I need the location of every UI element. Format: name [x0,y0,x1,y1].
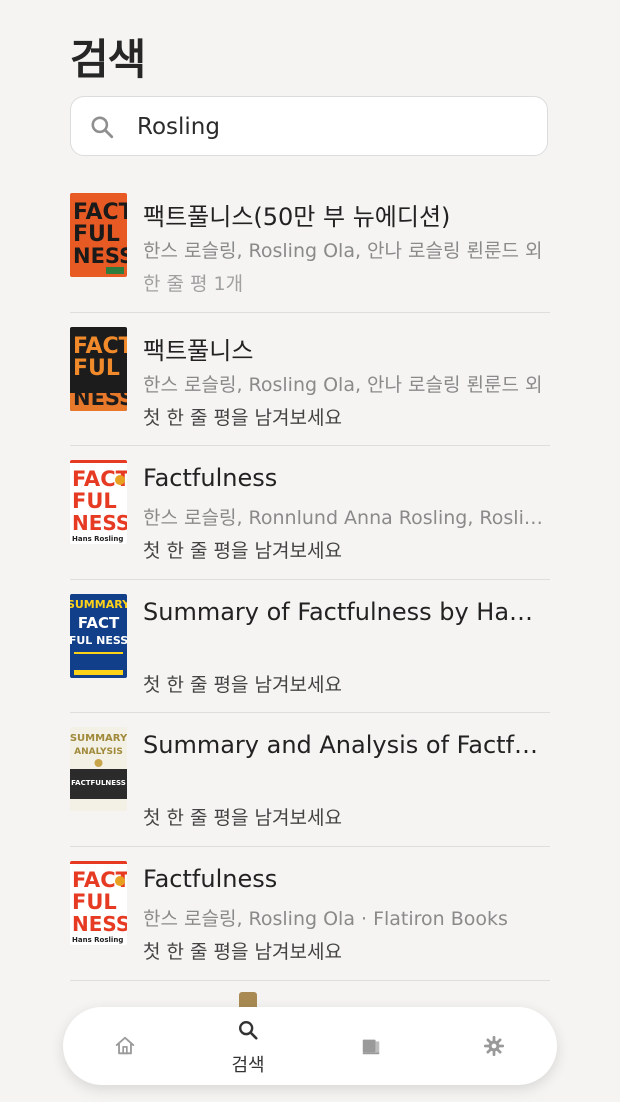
tab-home[interactable] [75,1007,175,1085]
book-authors: 한스 로슬링, Rosling Ola, 안나 로슬링 뢴룬드 외 [143,373,543,396]
result-item[interactable]: FACT FUL NESS Hans Rosling Factfulness 한… [70,446,550,580]
book-title: Summary and Analysis of Factfulness [143,731,543,760]
book-authors: 한스 로슬링, Ronnlund Anna Rosling, Rosling O… [143,507,548,530]
book-authors: 한스 로슬링, Rosling Ola · Flatiron Books [143,907,508,930]
search-icon [239,1021,258,1040]
result-item[interactable]: FACT FUL NESS 팩트풀니스(50만 부 뉴에디션) 한스 로슬링, … [70,179,550,313]
book-cover: SUMMARY ANALYSIS FACTFULNESS [70,727,127,812]
bottom-tab-bar: 검색 [63,1007,557,1085]
book-cover: FACT FUL NESS [70,193,127,277]
book-title: 팩트풀니스(50만 부 뉴에디션) [143,203,451,231]
cover-text: ANALYSIS [74,747,123,757]
book-cover: FACT FUL NESS Hans Rosling [70,460,127,545]
result-item[interactable]: SUMMARY FACT FUL NESS Summary of Factful… [70,580,550,714]
result-item[interactable]: FACT FUL NESS Hans Rosling Factfulness 한… [70,847,550,981]
result-item[interactable]: SUMMARY ANALYSIS FACTFULNESS Summary and… [70,713,550,847]
tab-library[interactable] [321,1007,421,1085]
search-bar[interactable] [70,96,548,156]
search-input[interactable] [137,109,527,145]
cover-text: Hans Rosling [72,535,123,543]
review-prompt[interactable]: 첫 한 줄 평을 남겨보세요 [143,403,548,430]
cover-text: FACT [78,614,120,632]
cover-text: FUL [72,489,117,513]
book-authors: 한스 로슬링, Rosling Ola, 안나 로슬링 뢴룬드 외 [143,240,543,262]
review-prompt[interactable]: 첫 한 줄 평을 남겨보세요 [143,670,548,697]
book-cover: SUMMARY FACT FUL NESS [70,593,127,678]
cover-text: FUL [73,356,120,381]
cover-text: NESS [72,912,127,936]
book-title: Summary of Factfulness by Hans Rosling [143,597,543,626]
tab-search[interactable]: 검색 [198,1007,298,1085]
book-cover: FACT FUL NESS Hans Rosling [70,860,127,945]
cover-text: NESS [73,244,127,268]
cover-text: SUMMARY [70,598,127,611]
review-prompt[interactable]: 첫 한 줄 평을 남겨보세요 [143,937,548,964]
gear-icon [483,1035,505,1057]
search-icon [91,116,114,139]
book-icon [362,1039,380,1055]
review-prompt[interactable]: 첫 한 줄 평을 남겨보세요 [143,803,548,830]
cover-text: FUL [72,890,117,914]
review-count: 한 줄 평 1개 [143,273,244,295]
tab-label-search: 검색 [231,1055,265,1076]
page-title: 검색 [70,35,146,84]
result-item[interactable]: FACT FUL NESS 팩트풀니스 한스 로슬링, Rosling Ola,… [70,313,550,447]
home-icon [115,1036,135,1055]
review-prompt[interactable]: 첫 한 줄 평을 남겨보세요 [143,536,548,563]
cover-text: SUMMARY [70,733,127,744]
cover-text: NESS [72,511,127,535]
book-title: Factfulness [143,464,278,493]
cover-text: NESS [73,386,127,410]
tab-settings[interactable] [444,1007,544,1085]
cover-text: Hans Rosling [72,936,123,944]
cover-text: FACTFULNESS [71,779,126,787]
book-title: 팩트풀니스 [143,336,254,365]
cover-text: FUL NESS [70,634,127,647]
book-cover: FACT FUL NESS [70,326,127,411]
book-title: Factfulness [143,864,278,893]
divider [70,979,550,981]
search-results-list: FACT FUL NESS 팩트풀니스(50만 부 뉴에디션) 한스 로슬링, … [70,179,550,981]
